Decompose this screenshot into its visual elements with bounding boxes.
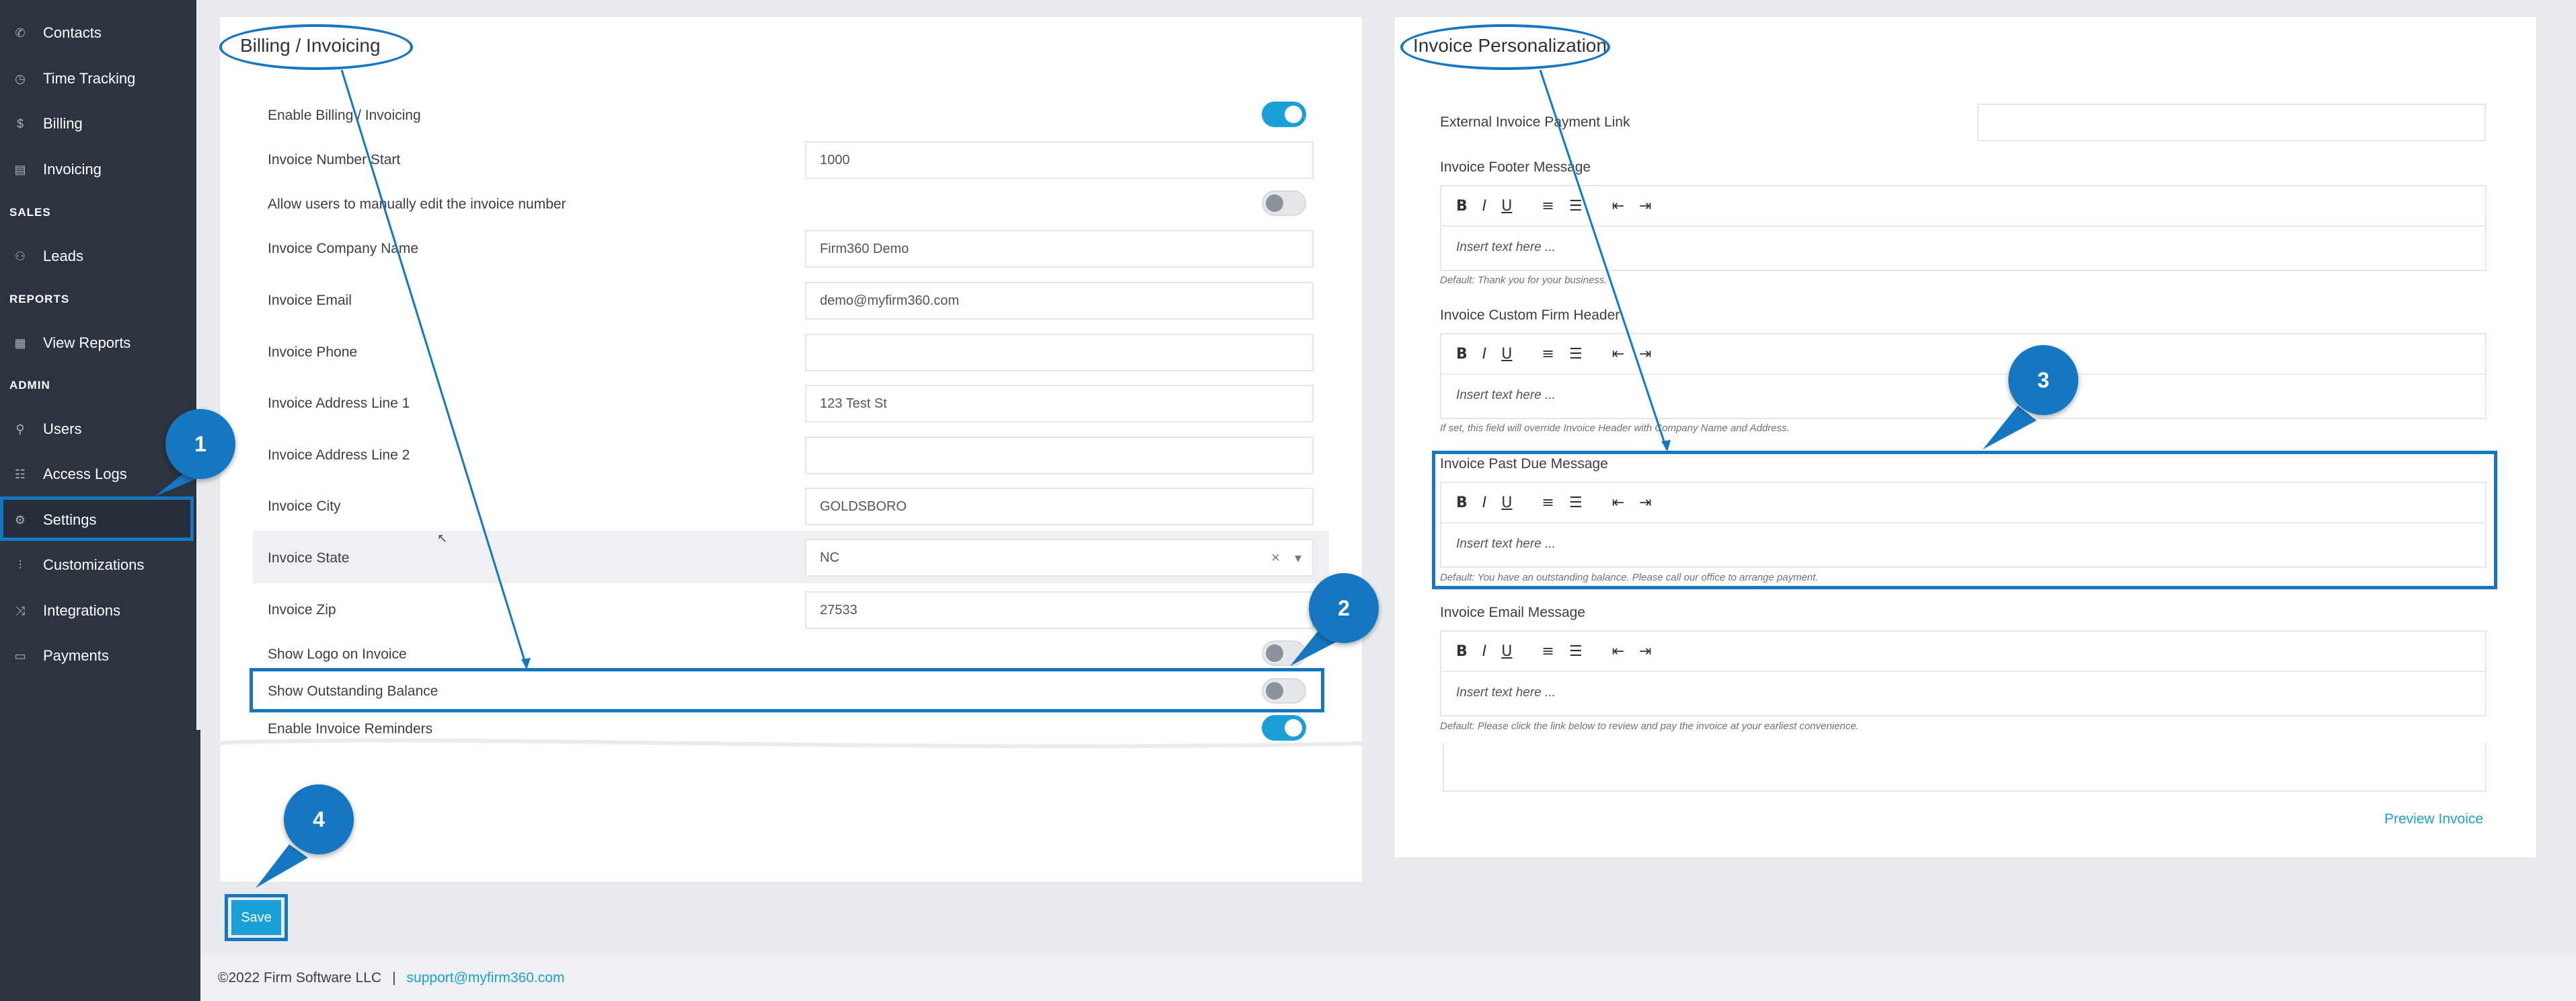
annotation-marker-3: 3 (2008, 345, 2078, 415)
annotation-arrows (155, 69, 2037, 888)
annotation-marker-1: 1 (165, 409, 235, 479)
annotation-marker-4: 4 (284, 784, 354, 854)
annotation-marker-2: 2 (1309, 573, 1379, 643)
